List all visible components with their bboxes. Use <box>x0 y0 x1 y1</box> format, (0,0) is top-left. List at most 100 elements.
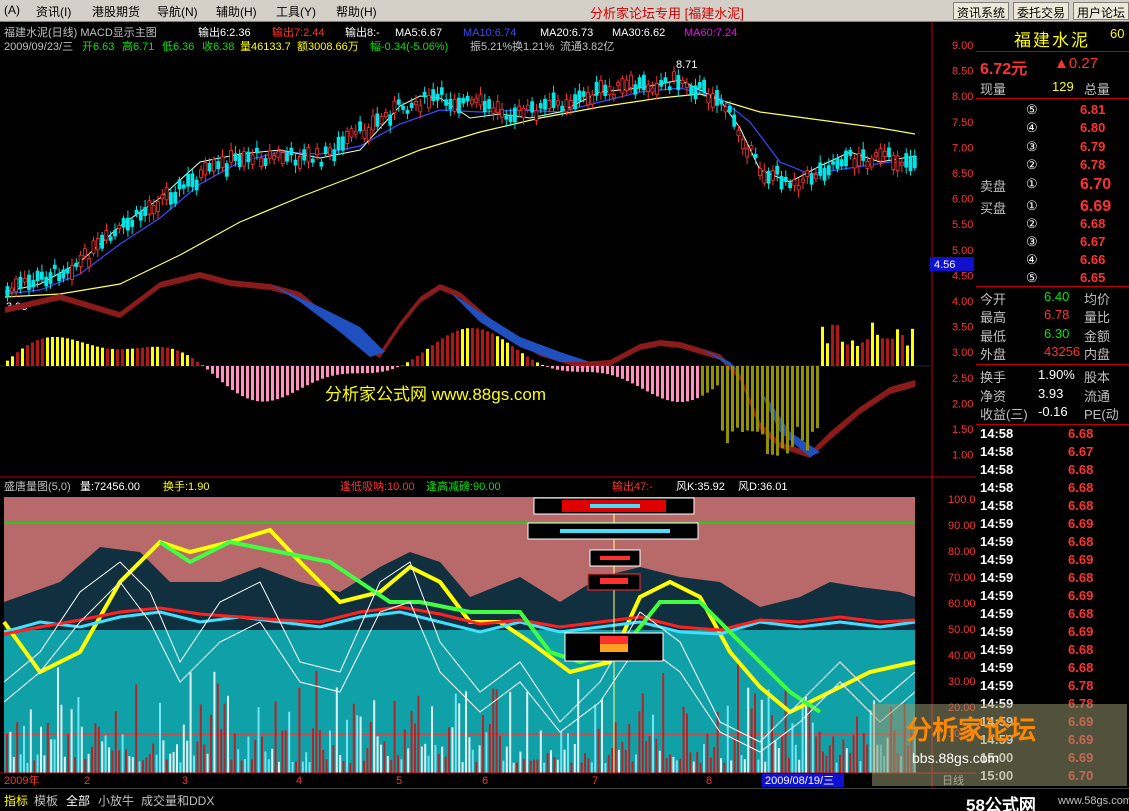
tick-row: 14:59 6.69 <box>976 588 1129 606</box>
candle-body <box>177 179 182 190</box>
candle-body <box>599 79 603 94</box>
volume-bar <box>611 748 614 773</box>
macd-bar <box>476 328 479 366</box>
candle-body <box>117 225 122 229</box>
volume-bar <box>400 759 403 773</box>
menu-item-navigate[interactable]: 导航(N) <box>157 3 198 20</box>
tick-time: 14:59 <box>980 642 1014 657</box>
macd-bar <box>81 342 84 366</box>
volume-bar <box>274 701 277 773</box>
chart-area[interactable]: 福建水泥(日线) MACD显示主图 输出6:2.36 输出7:2.44 输出8:… <box>0 22 976 788</box>
sell-level-price: 6.78 <box>1080 157 1106 173</box>
window-title: 分析家论坛专用 [福建水泥] <box>590 6 744 21</box>
tick-price: 6.78 <box>1068 678 1094 693</box>
macd-bar <box>756 366 759 432</box>
price-tick: 4.50 <box>952 270 973 282</box>
volume-bar <box>162 740 165 773</box>
candle-body <box>345 130 350 145</box>
volume-bar <box>305 752 308 773</box>
macd-bar <box>261 366 264 402</box>
menu-item-assist[interactable]: 辅助(H) <box>216 3 257 20</box>
macd-bar <box>856 345 859 366</box>
candle-body <box>457 97 461 114</box>
sell-level-row: ② 6.78 <box>976 157 1129 175</box>
volume-bar <box>713 746 716 773</box>
info-system-button[interactable]: 资讯系统 <box>953 2 1010 20</box>
macd-bar <box>511 346 514 366</box>
volume-bar <box>50 739 53 773</box>
macd-bar <box>821 326 824 366</box>
macd-bar <box>391 366 394 370</box>
menu-item-hk-futures[interactable]: 港股期货 <box>92 3 140 20</box>
trade-button[interactable]: 委托交易 <box>1013 2 1070 20</box>
candle-body <box>693 85 698 100</box>
volume-bar <box>298 687 301 773</box>
stat2-label: 换手 <box>980 370 1007 385</box>
tick-row: 14:58 6.68 <box>976 480 1129 498</box>
candle-body <box>5 286 10 297</box>
time-label-may: 5 <box>396 775 402 787</box>
candle-body <box>697 82 702 89</box>
volume-bar <box>825 755 828 773</box>
volume-bar <box>128 756 131 773</box>
macd-bar <box>341 366 344 375</box>
volume-bar <box>468 737 471 773</box>
candle-body <box>435 93 440 101</box>
macd-bar <box>491 333 494 366</box>
volume-bar <box>390 760 393 773</box>
candle-body <box>203 162 208 176</box>
candle-body <box>143 207 148 216</box>
candle-body <box>560 105 565 112</box>
candle-body <box>147 200 152 216</box>
macd-bar <box>581 366 584 372</box>
candle-body <box>254 147 259 154</box>
menu-item-tools[interactable]: 工具(Y) <box>276 3 316 20</box>
macd-bar <box>441 338 444 366</box>
candle-body <box>323 146 328 155</box>
candle-body <box>650 87 655 93</box>
candle-body <box>388 114 393 126</box>
macd-bar <box>771 366 774 455</box>
candle-body <box>289 147 294 156</box>
macd-bar <box>176 350 179 366</box>
macd-bar <box>411 359 414 366</box>
volume-bar <box>607 755 610 773</box>
tab-volume-ddx[interactable]: 成交量和DDX <box>141 792 214 809</box>
macd-bar <box>556 366 559 370</box>
volume-bar <box>794 744 797 773</box>
forum-button[interactable]: 用户论坛 <box>1073 2 1129 20</box>
tick-row: 14:58 6.68 <box>976 462 1129 480</box>
tick-row: 14:59 6.69 <box>976 516 1129 534</box>
macd-bar <box>516 349 519 366</box>
candle-body <box>108 236 113 241</box>
tab-template[interactable]: 模板 <box>34 792 58 809</box>
menu-item-help[interactable]: 帮助(H) <box>336 3 377 20</box>
tab-xiaofangniu[interactable]: 小放牛 <box>98 792 134 809</box>
volume-bar <box>444 756 447 773</box>
candle-body <box>371 115 375 131</box>
menu-item-info[interactable]: 资讯(I) <box>36 3 71 20</box>
menu-item-a[interactable]: (A) <box>4 3 20 17</box>
buy-level-row: 买盘 ① 6.69 <box>976 198 1129 216</box>
ma5-label: MA5:6.67 <box>395 27 442 39</box>
tab-indicator[interactable]: 指标 <box>4 792 28 809</box>
macd-bar <box>496 336 499 366</box>
macd-bar <box>901 335 904 366</box>
tab-all[interactable]: 全部 <box>66 792 90 809</box>
candle-body <box>332 149 337 162</box>
macd-bar <box>831 324 834 366</box>
macd-bar <box>371 366 374 373</box>
candle-body <box>366 127 371 141</box>
macd-bar <box>301 366 304 388</box>
volume-bar <box>114 711 117 773</box>
volume-bar <box>774 740 777 773</box>
candle-body <box>340 136 345 151</box>
candle-body <box>130 219 135 227</box>
corner-watermark-text: 分析家论坛 <box>906 715 1037 745</box>
volume-bar <box>556 759 559 773</box>
candle-body <box>801 178 805 183</box>
candle-body <box>392 100 397 114</box>
candle-body <box>310 158 315 163</box>
volume-bar <box>546 753 549 773</box>
sub-turn-label: 换手:1.90 <box>163 479 209 493</box>
